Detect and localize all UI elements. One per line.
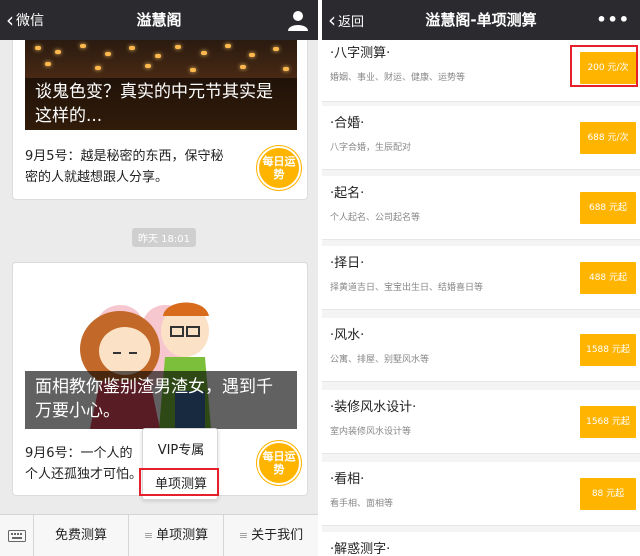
left-navbar: ‹ 微信 溢慧阁 [0, 0, 318, 40]
service-desc: 八字合婚，生辰配对 [330, 143, 412, 153]
wechat-chat-pane: ‹ 微信 溢慧阁 谈鬼色变？真实的中元节其实是这样的... 9月5号：越是秘密的… [0, 0, 318, 556]
highlight-box [139, 468, 219, 496]
daily-fortune-badge: 每日运势 [257, 146, 301, 190]
service-name: ·看相· [330, 472, 365, 487]
service-name: ·八字测算· [330, 46, 391, 61]
user-icon[interactable] [286, 8, 310, 32]
right-navbar: ‹ 返回 溢慧阁-单项测算 ••• [322, 0, 640, 40]
service-price-button[interactable]: 688 元起 [580, 192, 636, 224]
back-button[interactable]: ‹ 返回 [328, 0, 364, 40]
service-desc: 个人起名、公司起名等 [330, 213, 421, 223]
service-desc: 室内装修风水设计等 [330, 427, 412, 437]
service-item[interactable]: ·风水· 公寓、排屋、别墅风水等 1588 元起 [322, 318, 640, 382]
article-title: 面相教你鉴别渣男渣女，遇到千万要小心。 [25, 371, 297, 429]
service-name: ·择日· [330, 256, 365, 271]
article-title: 谈鬼色变？真实的中元节其实是这样的... [25, 78, 297, 130]
service-desc: 择黄道吉日、宝宝出生日、结婚喜日等 [330, 283, 484, 293]
service-price-button[interactable]: 688 元/次 [580, 122, 636, 154]
service-item[interactable]: ·装修风水设计· 室内装修风水设计等 1568 元起 [322, 390, 640, 454]
service-price-button[interactable]: 1588 元起 [580, 334, 636, 366]
message-timestamp: 昨天 18:01 [132, 228, 196, 247]
menu-about-us[interactable]: ≡ 关于我们 [224, 515, 318, 556]
chevron-left-icon: ‹ [6, 8, 14, 32]
service-desc: 公寓、排屋、别墅风水等 [330, 355, 430, 365]
service-name: ·合婚· [330, 116, 365, 131]
back-button[interactable]: ‹ 微信 [6, 0, 44, 40]
service-desc: 婚姻、事业、财运、健康、运势等 [330, 73, 466, 83]
article-summary: 9月5号：越是秘密的东西，保守秘密的人就越想跟人分享。 [25, 149, 224, 185]
submenu-vip[interactable]: VIP专属 [143, 439, 219, 458]
article-card[interactable]: 谈鬼色变？真实的中元节其实是这样的... 9月5号：越是秘密的东西，保守秘密的人… [12, 40, 308, 200]
page-title: 溢慧阁-单项测算 [425, 11, 537, 29]
back-label: 返回 [338, 14, 365, 30]
bottom-menu-bar: 免费测算 ≡ 单项测算 ≡ 关于我们 [0, 514, 318, 556]
service-price-button[interactable]: 488 元起 [580, 262, 636, 294]
service-name: ·风水· [330, 328, 365, 343]
page-title: 溢慧阁 [136, 11, 182, 29]
service-name: ·起名· [330, 186, 365, 201]
menu-lines-icon: ≡ [238, 529, 249, 542]
menu-single-calc[interactable]: ≡ 单项测算 [129, 515, 224, 556]
service-name: ·装修风水设计· [330, 400, 417, 415]
service-item[interactable]: ·起名· 个人起名、公司起名等 688 元起 [322, 176, 640, 240]
back-label: 微信 [16, 13, 44, 29]
highlight-box [570, 45, 638, 87]
service-price-button[interactable]: 1568 元起 [580, 406, 636, 438]
menu-lines-icon: ≡ [143, 529, 154, 542]
keyboard-icon[interactable] [0, 515, 34, 556]
menu-free-calc[interactable]: 免费测算 [34, 515, 129, 556]
service-name: ·解惑测字· [330, 542, 391, 556]
service-price-button[interactable]: 88 元起 [580, 478, 636, 510]
service-item[interactable]: ·合婚· 八字合婚，生辰配对 688 元/次 [322, 106, 640, 170]
service-desc: 看手相、面相等 [330, 499, 394, 509]
more-dots-icon[interactable]: ••• [596, 10, 630, 29]
service-item[interactable]: ·择日· 择黄道吉日、宝宝出生日、结婚喜日等 488 元起 [322, 246, 640, 310]
service-item[interactable]: ·看相· 看手相、面相等 88 元起 [322, 462, 640, 526]
daily-fortune-badge: 每日运势 [257, 441, 301, 485]
chevron-left-icon: ‹ [328, 8, 336, 32]
service-item[interactable]: ·解惑测字· [322, 532, 640, 556]
